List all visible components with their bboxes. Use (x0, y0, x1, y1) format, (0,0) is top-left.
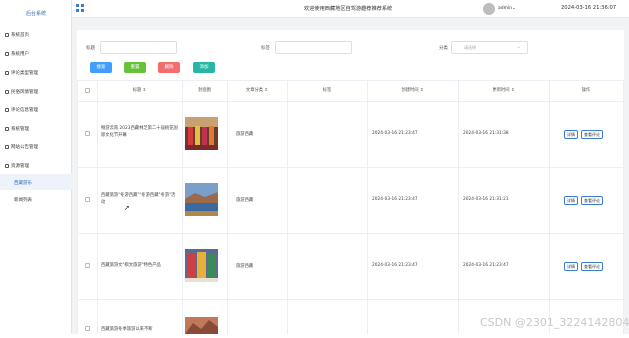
col-divider (458, 80, 459, 334)
view-comments-button[interactable]: 查看评论 (581, 130, 603, 139)
add-button[interactable]: 添加 (193, 62, 215, 73)
view-comments-button[interactable]: 查看评论 (581, 262, 603, 271)
cover-image (185, 183, 218, 216)
sort-icon: ⇕ (510, 88, 515, 93)
cover-image (185, 117, 218, 150)
detail-button[interactable]: 详情 (564, 262, 578, 271)
folder-icon (5, 89, 9, 94)
row-divider (77, 299, 624, 300)
avatar[interactable] (483, 3, 495, 15)
row-updated: 2024-03-16 21:31:21 (463, 197, 509, 202)
category-filter-label: 分类 (439, 46, 448, 51)
sort-icon: ⇕ (419, 88, 424, 93)
col-divider (367, 80, 368, 334)
current-time: 2024-03-16 21:36:07 (561, 5, 617, 11)
header-updated[interactable]: 更新时间 ⇕ (458, 80, 549, 101)
list-icon (5, 70, 9, 75)
user-menu[interactable]: admin⌄ (498, 6, 516, 11)
sort-icon: ⇕ (264, 88, 269, 93)
table-header-divider (77, 101, 624, 102)
header-cover: 封面图 (198, 88, 211, 93)
row-divider (77, 167, 624, 168)
notice-icon (5, 144, 9, 149)
row-checkbox[interactable] (85, 263, 90, 268)
row-created: 2024-03-16 21:23:47 (372, 197, 418, 202)
row-divider (77, 233, 624, 234)
col-divider (97, 80, 98, 334)
header-created[interactable]: 创建时间 ⇕ (367, 80, 458, 101)
row-category: 旅游西藏 (236, 264, 254, 269)
row-category: 旅游西藏 (236, 198, 254, 203)
title-filter-input[interactable] (100, 41, 177, 54)
header-category[interactable]: 文章分类 ⇕ (227, 80, 287, 101)
row-category: 旅游西藏 (236, 132, 254, 137)
col-divider (287, 80, 288, 334)
sidebar-item-resources[interactable]: 资源管理 (5, 161, 71, 173)
col-divider (623, 80, 624, 334)
title-filter-label: 标题 (86, 46, 95, 51)
row-checkbox[interactable] (85, 131, 90, 136)
sidebar-item-tibet-travel[interactable]: 西藏游乐 (14, 178, 80, 190)
cover-image (185, 317, 218, 334)
tag-filter-label: 标签 (261, 46, 270, 51)
watermark: CSDN @2301_3224142804 (480, 316, 629, 329)
col-divider (549, 80, 550, 334)
sidebar-item-users[interactable]: 系统用户 (5, 49, 71, 61)
category-select[interactable]: 请选择 ⌄ (451, 41, 528, 54)
row-title: 西藏旅游"冬游西藏""冬游西藏"冬游"活动 (101, 193, 176, 205)
sort-icon: ⇕ (142, 88, 147, 93)
detail-button[interactable]: 详情 (564, 130, 578, 139)
row-updated: 2024-03-16 21:31:38 (463, 131, 509, 136)
row-created: 2024-03-16 21:23:47 (372, 131, 418, 136)
detail-button[interactable]: 详情 (564, 196, 578, 205)
header-title[interactable]: 标题 ⇕ (97, 80, 182, 101)
row-updated: 2024-03-16 21:23:47 (463, 263, 509, 268)
page-title: 欢迎使用西藏地区自驾游趣荐推荐系统 (304, 6, 393, 12)
select-all-checkbox[interactable] (85, 88, 90, 93)
row-checkbox[interactable] (85, 197, 90, 202)
view-comments-button[interactable]: 查看评论 (581, 196, 603, 205)
row-title: 西藏旅游冬季旅游以来不断 (101, 327, 153, 332)
mouse-cursor-icon: ➚ (124, 204, 130, 212)
col-divider (77, 80, 78, 334)
sidebar: 后台系统 系统首页 系统用户 评论类型管理 民俗风情管理 评论信息管理 系统管理… (0, 0, 72, 334)
menu-grid-icon[interactable] (76, 4, 84, 12)
sidebar-item-system[interactable]: 系统管理 (5, 124, 71, 136)
sidebar-item-comment-types[interactable]: 评论类型管理 (5, 68, 71, 80)
sidebar-title: 后台系统 (25, 11, 46, 17)
col-divider (182, 80, 183, 334)
row-created: 2024-03-16 21:23:47 (372, 263, 418, 268)
sidebar-item-notice[interactable]: 网站公告管理 (5, 142, 71, 154)
user-icon (5, 51, 9, 56)
row-checkbox[interactable] (85, 326, 90, 331)
row-title: 西藏旅游文"棋文旅游"特色产品 (101, 263, 161, 268)
topbar: 欢迎使用西藏地区自驾游趣荐推荐系统 admin⌄ 2024-03-16 21:3… (72, 0, 629, 18)
chevron-down-icon: ⌄ (516, 44, 521, 50)
header-actions: 操作 (581, 88, 591, 93)
sidebar-item-news[interactable]: 新闻列表 (14, 195, 80, 207)
sidebar-item-home[interactable]: 系统首页 (5, 30, 71, 42)
delete-button[interactable]: 删除 (158, 62, 180, 73)
cover-image (185, 249, 218, 282)
settings-icon (5, 126, 9, 131)
comment-icon (5, 107, 9, 112)
col-divider (227, 80, 228, 334)
tag-filter-input[interactable] (275, 41, 352, 54)
home-icon (5, 32, 9, 37)
resource-icon (5, 163, 9, 168)
sidebar-item-folk[interactable]: 民俗风情管理 (5, 87, 71, 99)
reset-button[interactable]: 重置 (124, 62, 146, 73)
row-title: 畅游云南 2023西藏林芝第二十届桃花国际文化节开幕 (101, 126, 178, 138)
chevron-down-icon: ⌄ (512, 6, 516, 11)
search-button[interactable]: 搜索 (90, 62, 112, 73)
sidebar-item-comments[interactable]: 评论信息管理 (5, 105, 71, 117)
header-tag: 标签 (322, 88, 332, 93)
